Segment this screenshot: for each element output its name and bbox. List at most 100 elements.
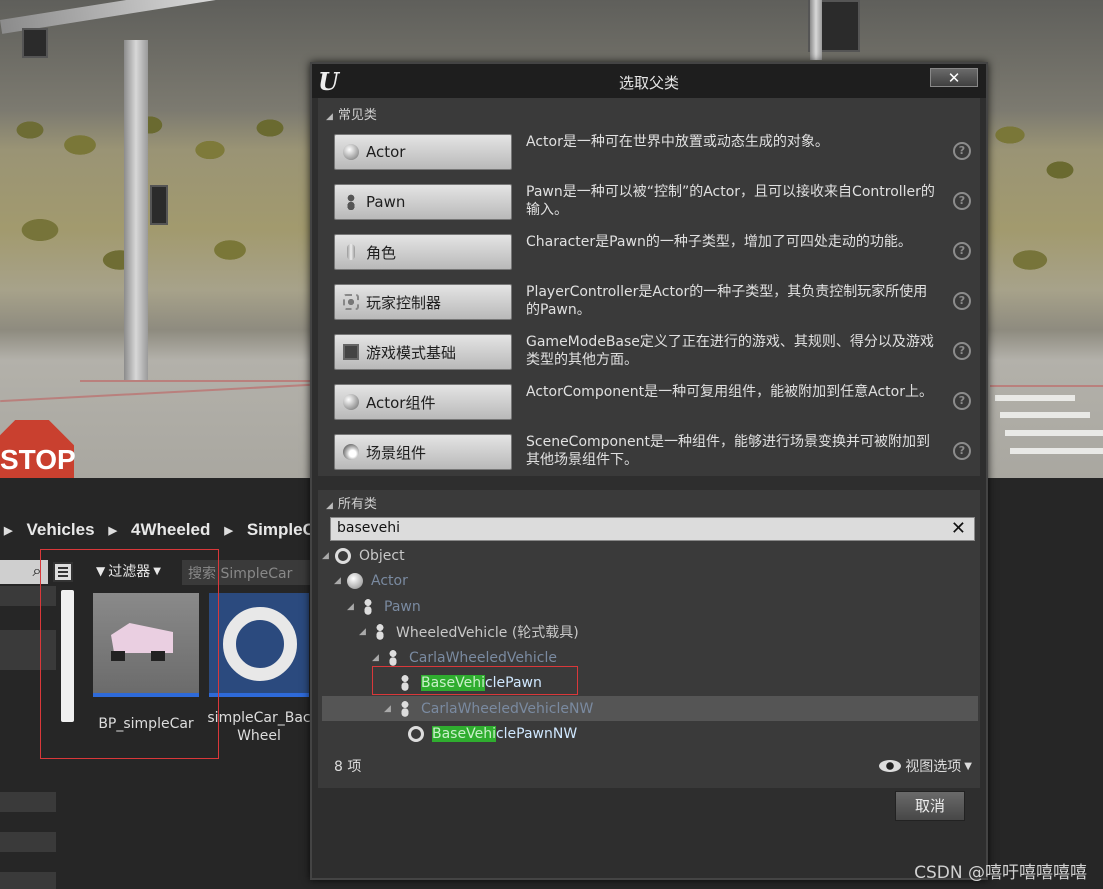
common-class-row: 角色 Character是Pawn的一种子类型，增加了可四处走动的功能。 ?	[318, 232, 980, 282]
common-class-row: Actor Actor是一种可在世界中放置或动态生成的对象。 ?	[318, 132, 980, 182]
annotation-highlight-box	[40, 549, 219, 759]
pick-parent-class-dialog: U 选取父类 ✕ ◢ 常见类 Actor Actor是一种可在世界中放置或动态生成…	[310, 62, 988, 880]
search-match-highlight: BaseVehi	[432, 725, 496, 742]
tree-item-label: Pawn	[384, 598, 421, 615]
class-search-input[interactable]: basevehi ✕	[330, 517, 975, 541]
collapse-arrow-icon: ◢	[326, 112, 333, 122]
collapse-arrow-icon: ◢	[326, 501, 333, 511]
all-classes-section: ◢ 所有类 basevehi ✕ ◢ Object ◢ Actor ◢ Pawn ◢ Wh…	[318, 490, 980, 788]
class-button-game-mode-base[interactable]: 游戏模式基础	[334, 334, 512, 370]
tree-item[interactable]: ◢ WheeledVehicle (轮式载具)	[322, 619, 978, 644]
expand-arrow-icon[interactable]: ◢	[322, 551, 335, 561]
game-mode-icon	[343, 344, 359, 360]
folder-row[interactable]	[0, 872, 56, 889]
class-button-actor[interactable]: Actor	[334, 134, 512, 170]
pawn-icon	[343, 194, 359, 210]
breadcrumb-item[interactable]: Vehicles	[26, 520, 94, 540]
tree-item-label: Object	[359, 547, 405, 564]
close-button[interactable]: ✕	[930, 68, 978, 87]
traffic-light-arm	[0, 0, 418, 34]
clear-search-icon[interactable]: ✕	[951, 518, 966, 540]
crosswalk	[1010, 448, 1103, 454]
help-icon[interactable]: ?	[953, 392, 971, 410]
class-button-actor-component[interactable]: Actor组件	[334, 384, 512, 420]
breadcrumb-item[interactable]: 4Wheeled	[131, 520, 210, 540]
item-count: 8 项	[334, 759, 362, 775]
class-description: Pawn是一种可以被“控制”的Actor，且可以接收来自Controller的输…	[526, 184, 935, 218]
traffic-signal	[22, 28, 48, 58]
class-description: Actor是一种可在世界中放置或动态生成的对象。	[526, 134, 829, 150]
stop-sign-text: STOP	[0, 444, 76, 475]
asset-label-line: simpleCar_Bac	[207, 710, 311, 726]
tree-item[interactable]: ◢ CarlaWheeledVehicleNW	[322, 696, 978, 721]
object-ring-icon	[335, 547, 351, 564]
controller-icon	[343, 294, 359, 310]
actor-ball-icon	[343, 144, 359, 160]
class-button-character[interactable]: 角色	[334, 234, 512, 270]
view-options-label: 视图选项	[905, 759, 962, 775]
class-button-pawn[interactable]: Pawn	[334, 184, 512, 220]
search-value: basevehi	[337, 520, 401, 536]
folder-row[interactable]	[0, 792, 56, 812]
eye-icon	[879, 760, 902, 772]
expand-arrow-icon[interactable]: ◢	[372, 653, 385, 663]
dialog-title: 选取父类	[618, 74, 679, 92]
class-button-label: Actor组件	[366, 393, 436, 412]
expand-arrow-icon[interactable]: ◢	[359, 627, 372, 637]
annotation-highlight-box	[372, 666, 578, 695]
tree-item[interactable]: ◢ Object	[322, 543, 978, 568]
asset-label: simpleCar_Bac Wheel	[204, 709, 314, 745]
asset-label-line: Wheel	[237, 728, 281, 744]
class-button-scene-component[interactable]: 场景组件	[334, 434, 512, 470]
class-description: Character是Pawn的一种子类型，增加了可四处走动的功能。	[526, 234, 912, 250]
expand-arrow-icon[interactable]: ◢	[334, 576, 347, 586]
class-button-label: Pawn	[366, 193, 406, 211]
tree-item[interactable]: ◢ Pawn	[322, 594, 978, 619]
folder-row[interactable]	[0, 832, 56, 852]
tree-item-label: clePawnNW	[495, 725, 578, 742]
blueprint-ring-icon	[408, 725, 424, 742]
help-icon[interactable]: ?	[953, 242, 971, 260]
help-icon[interactable]: ?	[953, 142, 971, 160]
breadcrumb-item[interactable]: SimpleC	[247, 520, 315, 540]
tree-item-label: CarlaWheeledVehicle	[409, 649, 557, 666]
class-description: SceneComponent是一种组件，能够进行场景变换并可被附加到其他场景组件…	[526, 434, 930, 468]
all-classes-header[interactable]: ◢ 所有类	[326, 493, 377, 512]
breadcrumb: ▶ Vehicles ▶ 4Wheeled ▶ SimpleC	[0, 510, 320, 550]
asset-type-bar	[209, 693, 309, 697]
help-icon[interactable]: ?	[953, 342, 971, 360]
common-class-row: 场景组件 SceneComponent是一种组件，能够进行场景变换并可被附加到其…	[318, 432, 980, 482]
tree-item[interactable]: ◢ Actor	[322, 568, 978, 593]
tree-item-label: Actor	[371, 572, 408, 589]
class-description: PlayerController是Actor的一种子类型，其负责控制玩家所使用的…	[526, 284, 928, 318]
class-button-label: 游戏模式基础	[366, 343, 457, 362]
help-icon[interactable]: ?	[953, 442, 971, 460]
tree-item-base-vehicle-pawn-nw[interactable]: BaseVehi clePawnNW	[322, 721, 978, 746]
class-button-label: Actor	[366, 143, 406, 161]
common-classes-section: ◢ 常见类 Actor Actor是一种可在世界中放置或动态生成的对象。 ? Pa…	[318, 98, 980, 476]
help-icon[interactable]: ?	[953, 192, 971, 210]
pawn-icon	[372, 623, 388, 640]
class-button-player-controller[interactable]: 玩家控制器	[334, 284, 512, 320]
view-options-button[interactable]: 视图选项 ▼	[879, 756, 972, 776]
tree-item-label: CarlaWheeledVehicleNW	[421, 700, 594, 717]
section-label: 所有类	[337, 497, 377, 512]
class-description: GameModeBase定义了正在进行的游戏、其规则、得分以及游戏类型的其他方面…	[526, 334, 934, 368]
asset-tile[interactable]	[209, 593, 309, 697]
traffic-light-pole	[124, 40, 148, 380]
crosswalk	[995, 395, 1075, 401]
watermark: CSDN @嘻吁嘻嘻嘻嘻	[914, 863, 1087, 883]
wheel-thumbnail	[223, 607, 297, 681]
common-class-row: 游戏模式基础 GameModeBase定义了正在进行的游戏、其规则、得分以及游戏…	[318, 332, 980, 382]
help-icon[interactable]: ?	[953, 292, 971, 310]
common-classes-header[interactable]: ◢ 常见类	[326, 104, 377, 123]
expand-arrow-icon[interactable]: ◢	[347, 602, 360, 612]
crosswalk	[1000, 412, 1090, 418]
road-line	[80, 380, 310, 382]
dialog-title-bar[interactable]: U 选取父类 ✕	[312, 64, 986, 98]
cancel-button[interactable]: 取消	[895, 791, 965, 821]
pawn-icon	[397, 700, 413, 717]
expand-arrow-icon[interactable]: ◢	[384, 704, 397, 714]
common-class-row: 玩家控制器 PlayerController是Actor的一种子类型，其负责控制…	[318, 282, 980, 332]
scene-component-icon	[343, 444, 359, 460]
